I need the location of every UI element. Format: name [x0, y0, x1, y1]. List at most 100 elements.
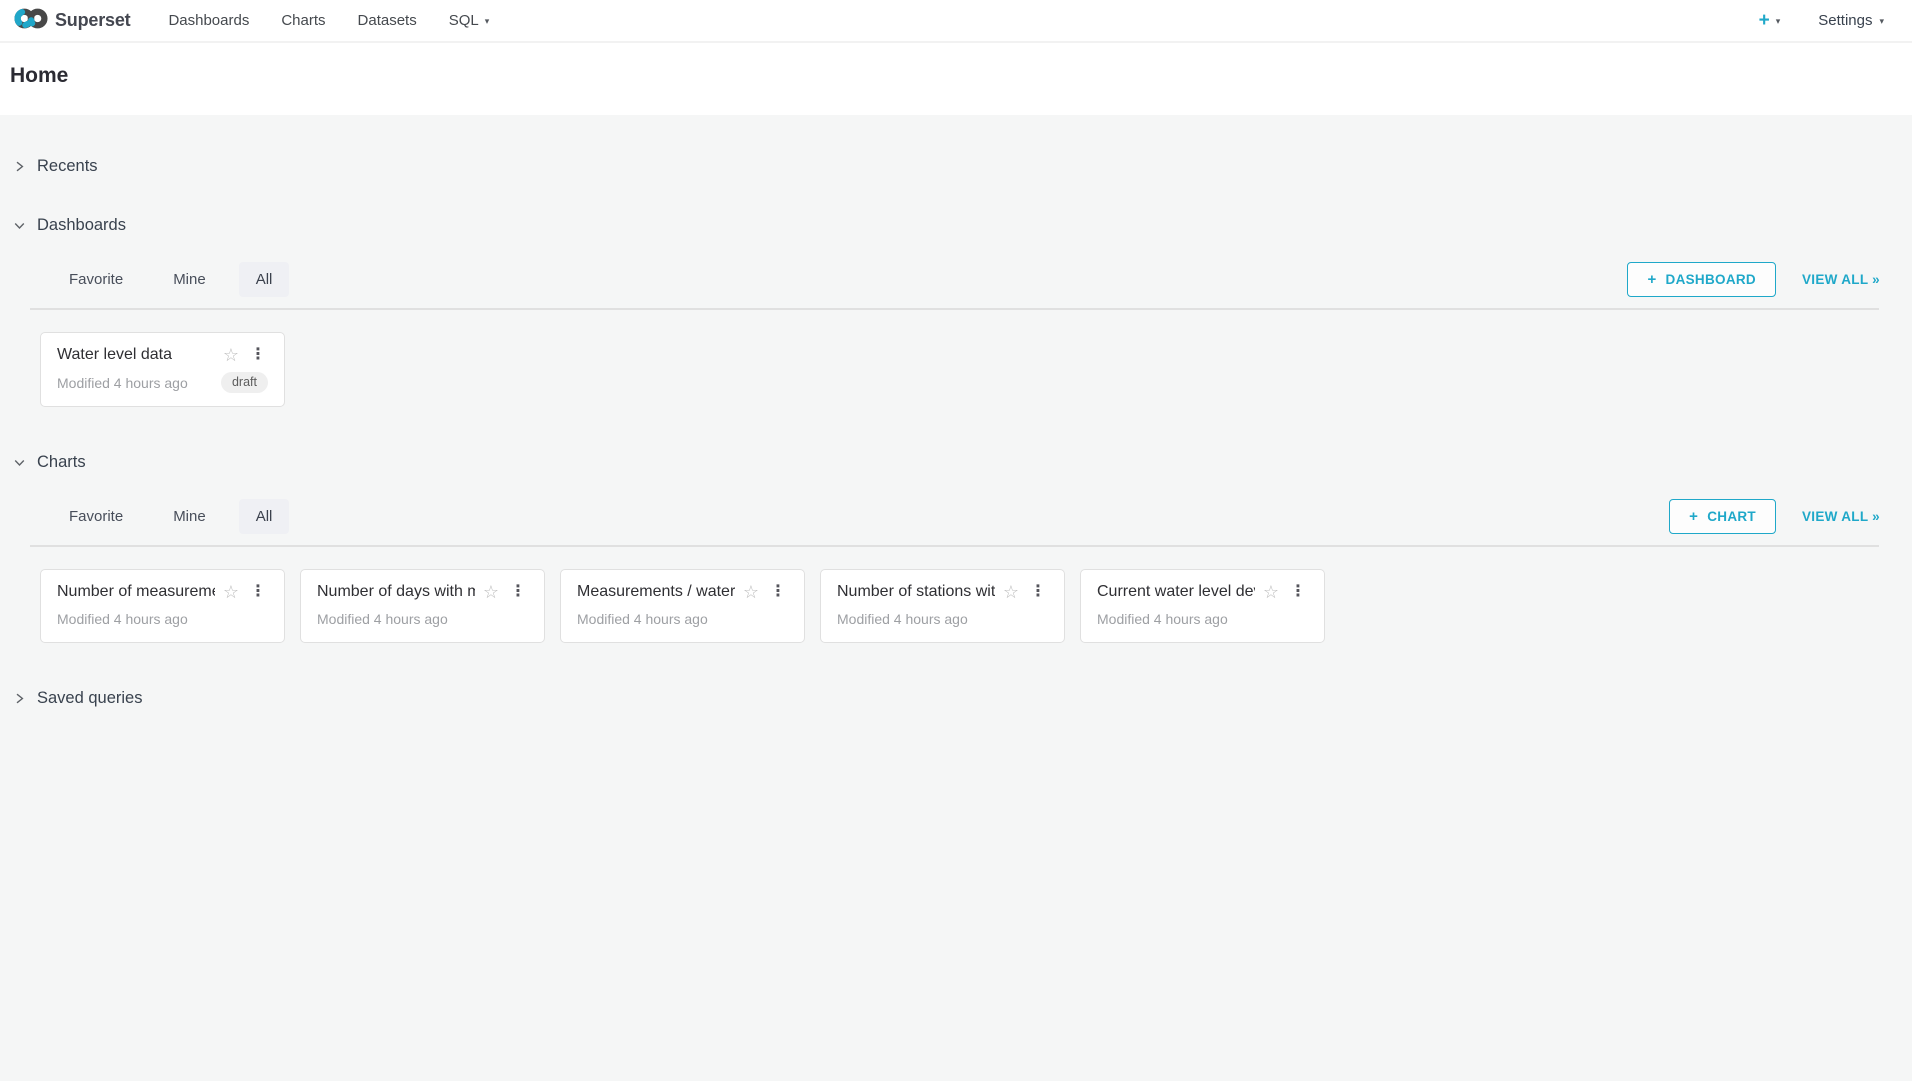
caret-down-icon: ▾: [485, 15, 490, 26]
home-content: Recents Dashboards Favorite Mine All + D…: [0, 115, 1912, 708]
card-modified: Modified 4 hours ago: [317, 611, 528, 627]
chart-card[interactable]: Number of days with me... ☆ ⋮ Modified 4…: [300, 569, 545, 643]
chevron-down-icon: [13, 456, 26, 469]
card-icons: ☆ ⋮: [1263, 583, 1308, 601]
card-icons: ☆ ⋮: [483, 583, 528, 601]
favorite-star-icon[interactable]: ☆: [223, 346, 239, 364]
chart-card[interactable]: Number of stations with ... ☆ ⋮ Modified…: [820, 569, 1065, 643]
card-icons: ☆ ⋮: [743, 583, 788, 601]
new-chart-button[interactable]: + CHART: [1669, 499, 1776, 534]
settings-menu[interactable]: Settings ▾: [1818, 12, 1884, 29]
card-title[interactable]: Number of stations with ...: [837, 583, 995, 601]
main-nav: Dashboards Charts Datasets SQL ▾: [152, 1, 505, 40]
chart-card[interactable]: Measurements / water ☆ ⋮ Modified 4 hour…: [560, 569, 805, 643]
charts-view-all-link[interactable]: VIEW ALL »: [1802, 509, 1880, 524]
nav-sql-label: SQL: [449, 12, 479, 29]
card-meta-row: Modified 4 hours ago: [837, 609, 1048, 629]
card-modified: Modified 4 hours ago: [1097, 611, 1308, 627]
card-meta-row: Modified 4 hours ago: [577, 609, 788, 629]
superset-infinity-icon: [14, 7, 48, 35]
card-modified: Modified 4 hours ago: [837, 611, 1048, 627]
card-title[interactable]: Number of days with me...: [317, 583, 475, 601]
navbar: Superset Dashboards Charts Datasets SQL …: [0, 0, 1912, 43]
section-charts-toggle[interactable]: Charts: [13, 453, 86, 472]
card-meta-row: Modified 4 hours ago draft: [57, 372, 268, 393]
favorite-star-icon[interactable]: ☆: [483, 583, 499, 601]
chevron-right-icon: [13, 160, 26, 173]
charts-tabs: Favorite Mine All: [52, 499, 305, 534]
charts-panel-head: Favorite Mine All + CHART VIEW ALL »: [52, 496, 1880, 536]
card-title[interactable]: Number of measurements: [57, 583, 215, 601]
superset-logo[interactable]: Superset: [14, 7, 130, 35]
page-title: Home: [10, 64, 1912, 88]
chart-card[interactable]: Current water level devi... ☆ ⋮ Modified…: [1080, 569, 1325, 643]
dashboards-view-all-link[interactable]: VIEW ALL »: [1802, 272, 1880, 287]
more-actions-kebab-icon[interactable]: ⋮: [768, 584, 788, 600]
tab-all[interactable]: All: [239, 499, 290, 534]
tab-favorite[interactable]: Favorite: [52, 499, 140, 534]
card-modified: Modified 4 hours ago: [57, 375, 221, 391]
card-title-row: Current water level devi... ☆ ⋮: [1097, 583, 1308, 601]
card-title-row: Number of stations with ... ☆ ⋮: [837, 583, 1048, 601]
card-title-row: Water level data ☆ ⋮: [57, 346, 268, 364]
card-icons: ☆ ⋮: [223, 583, 268, 601]
card-modified: Modified 4 hours ago: [577, 611, 788, 627]
card-title-row: Number of days with me... ☆ ⋮: [317, 583, 528, 601]
favorite-star-icon[interactable]: ☆: [743, 583, 759, 601]
new-item-menu[interactable]: + ▾: [1759, 11, 1781, 30]
card-meta-row: Modified 4 hours ago: [1097, 609, 1308, 629]
navbar-right: + ▾ Settings ▾: [1759, 11, 1884, 30]
new-dashboard-button[interactable]: + DASHBOARD: [1627, 262, 1776, 297]
dashboards-tabs: Favorite Mine All: [52, 262, 305, 297]
plus-icon: +: [1689, 508, 1698, 525]
section-title: Charts: [37, 453, 86, 472]
section-recents-toggle[interactable]: Recents: [13, 157, 98, 176]
section-title: Dashboards: [37, 216, 126, 235]
nav-dashboards[interactable]: Dashboards: [152, 1, 265, 40]
tab-favorite[interactable]: Favorite: [52, 262, 140, 297]
brand-name: Superset: [55, 10, 130, 31]
card-meta-row: Modified 4 hours ago: [57, 609, 268, 629]
card-modified: Modified 4 hours ago: [57, 611, 268, 627]
plus-icon: +: [1647, 271, 1656, 288]
card-title[interactable]: Measurements / water: [577, 583, 735, 601]
more-actions-kebab-icon[interactable]: ⋮: [508, 584, 528, 600]
nav-datasets[interactable]: Datasets: [342, 1, 433, 40]
chevron-down-icon: [13, 219, 26, 232]
dashboards-actions: + DASHBOARD VIEW ALL »: [1627, 262, 1880, 297]
more-actions-kebab-icon[interactable]: ⋮: [248, 584, 268, 600]
chart-card[interactable]: Number of measurements ☆ ⋮ Modified 4 ho…: [40, 569, 285, 643]
section-saved-queries-toggle[interactable]: Saved queries: [13, 689, 143, 708]
charts-card-row: Number of measurements ☆ ⋮ Modified 4 ho…: [40, 569, 1912, 643]
nav-charts[interactable]: Charts: [265, 1, 341, 40]
card-meta-row: Modified 4 hours ago: [317, 609, 528, 629]
favorite-star-icon[interactable]: ☆: [1263, 583, 1279, 601]
tab-mine[interactable]: Mine: [156, 499, 223, 534]
chevron-right-icon: [13, 692, 26, 705]
card-icons: ☆ ⋮: [223, 346, 268, 364]
section-dashboards-toggle[interactable]: Dashboards: [13, 216, 126, 235]
caret-down-icon: ▾: [1776, 15, 1781, 26]
more-actions-kebab-icon[interactable]: ⋮: [1288, 584, 1308, 600]
card-title-row: Measurements / water ☆ ⋮: [577, 583, 788, 601]
more-actions-kebab-icon[interactable]: ⋮: [248, 347, 268, 363]
dashboard-card[interactable]: Water level data ☆ ⋮ Modified 4 hours ag…: [40, 332, 285, 407]
favorite-star-icon[interactable]: ☆: [223, 583, 239, 601]
tab-all[interactable]: All: [239, 262, 290, 297]
draft-status-badge: draft: [221, 372, 268, 393]
tab-mine[interactable]: Mine: [156, 262, 223, 297]
new-chart-label: CHART: [1707, 509, 1756, 524]
title-band: Home: [0, 43, 1912, 115]
card-title[interactable]: Current water level devi...: [1097, 583, 1255, 601]
section-title: Recents: [37, 157, 98, 176]
divider: [30, 545, 1879, 547]
card-title[interactable]: Water level data: [57, 346, 215, 364]
charts-actions: + CHART VIEW ALL »: [1669, 499, 1880, 534]
settings-label: Settings: [1818, 12, 1872, 29]
more-actions-kebab-icon[interactable]: ⋮: [1028, 584, 1048, 600]
dashboards-panel-head: Favorite Mine All + DASHBOARD VIEW ALL »: [52, 259, 1880, 299]
divider: [30, 308, 1879, 310]
dashboards-card-row: Water level data ☆ ⋮ Modified 4 hours ag…: [40, 332, 1912, 407]
nav-sql[interactable]: SQL ▾: [433, 1, 506, 40]
favorite-star-icon[interactable]: ☆: [1003, 583, 1019, 601]
